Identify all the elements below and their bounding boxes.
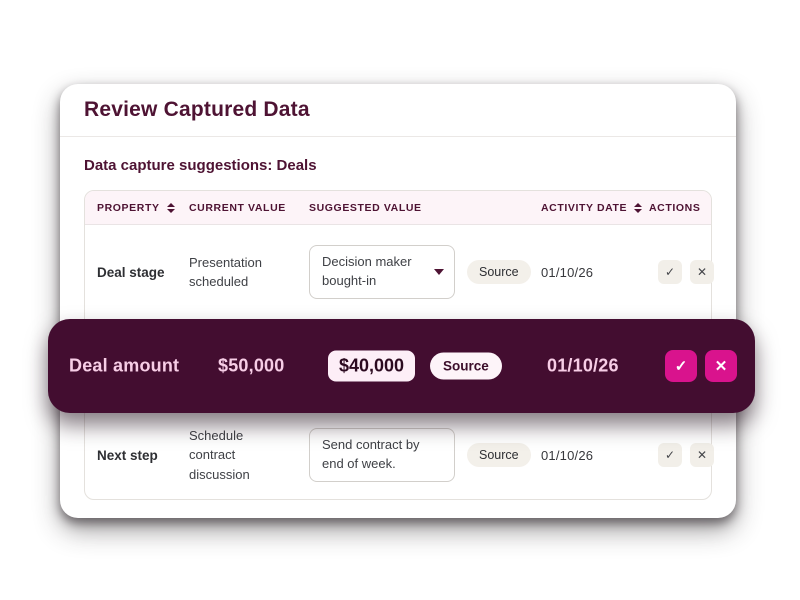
accept-button[interactable]: ✓ bbox=[658, 443, 682, 467]
subtitle-row: Data capture suggestions: Deals bbox=[60, 137, 736, 175]
column-header-activity-date: ACTIVITY DATE bbox=[541, 202, 649, 214]
check-icon: ✓ bbox=[664, 448, 676, 462]
check-icon: ✓ bbox=[664, 265, 676, 279]
column-header-current-value: CURRENT VALUE bbox=[189, 202, 309, 214]
reject-button[interactable]: ✕ bbox=[690, 260, 714, 284]
current-value: $50,000 bbox=[218, 355, 285, 376]
activity-date: 01/10/26 bbox=[541, 264, 594, 280]
review-captured-data-modal: Review Captured Data Data capture sugges… bbox=[60, 84, 736, 518]
actions-cell: ✓ ✕ bbox=[649, 260, 714, 284]
chevron-down-icon bbox=[434, 269, 444, 275]
reject-button[interactable]: ✕ bbox=[690, 443, 714, 467]
source-cell: Source bbox=[467, 443, 541, 467]
check-icon: ✓ bbox=[674, 358, 688, 375]
source-badge[interactable]: Source bbox=[467, 260, 531, 284]
source-cell: Source bbox=[467, 260, 541, 284]
suggested-value-cell: Send contract by end of week. bbox=[309, 428, 467, 482]
table-row-next-step: Next step Schedule contract discussion S… bbox=[85, 411, 714, 499]
close-icon: ✕ bbox=[714, 358, 728, 375]
actions-cell: ✓ ✕ bbox=[649, 443, 714, 467]
source-badge[interactable]: Source bbox=[430, 352, 502, 380]
suggested-value-cell: Decision maker bought-in bbox=[309, 245, 467, 299]
column-header-property-label: PROPERTY bbox=[97, 201, 160, 214]
activity-date: 01/10/26 bbox=[547, 355, 619, 376]
source-badge[interactable]: Source bbox=[467, 443, 531, 467]
highlighted-row-deal-amount: Deal amount $50,000 $40,000 Source 01/10… bbox=[48, 319, 755, 413]
accept-button[interactable]: ✓ bbox=[665, 350, 697, 382]
property-label: Deal stage bbox=[97, 264, 165, 280]
activity-date: 01/10/26 bbox=[541, 447, 594, 463]
current-value: Schedule contract discussion bbox=[189, 427, 250, 482]
column-header-activity-date-label: ACTIVITY DATE bbox=[541, 201, 628, 214]
column-header-actions-label: ACTIONS bbox=[649, 201, 701, 214]
page-title: Review Captured Data bbox=[84, 98, 310, 121]
table-row-deal-stage: Deal stage Presentation scheduled Decisi… bbox=[85, 225, 714, 319]
close-icon: ✕ bbox=[696, 265, 708, 279]
modal-header: Review Captured Data bbox=[60, 84, 736, 137]
property-label: Deal amount bbox=[69, 355, 180, 376]
column-header-suggested-value: SUGGESTED VALUE bbox=[309, 202, 467, 214]
suggested-value-dropdown[interactable]: Decision maker bought-in bbox=[309, 245, 455, 299]
table-subtitle: Data capture suggestions: Deals bbox=[84, 157, 317, 174]
reject-button[interactable]: ✕ bbox=[705, 350, 737, 382]
column-header-property: PROPERTY bbox=[97, 202, 189, 214]
suggested-value-chip[interactable]: $40,000 bbox=[328, 350, 416, 382]
sort-icon[interactable] bbox=[166, 202, 175, 213]
table-header-row: PROPERTY CURRENT VALUE SUGGESTED VALUE A… bbox=[85, 191, 711, 225]
suggested-value-textbox[interactable]: Send contract by end of week. bbox=[309, 428, 455, 482]
column-header-current-value-label: CURRENT VALUE bbox=[189, 201, 286, 214]
suggested-value-textbox-text: Send contract by end of week. bbox=[322, 437, 420, 471]
property-label: Next step bbox=[97, 447, 158, 463]
accept-button[interactable]: ✓ bbox=[658, 260, 682, 284]
column-header-actions: ACTIONS bbox=[649, 202, 711, 214]
suggested-value-dropdown-label: Decision maker bought-in bbox=[322, 254, 412, 288]
close-icon: ✕ bbox=[696, 448, 708, 462]
column-header-suggested-value-label: SUGGESTED VALUE bbox=[309, 201, 422, 214]
current-value: Presentation scheduled bbox=[189, 254, 262, 290]
sort-icon[interactable] bbox=[634, 202, 643, 213]
